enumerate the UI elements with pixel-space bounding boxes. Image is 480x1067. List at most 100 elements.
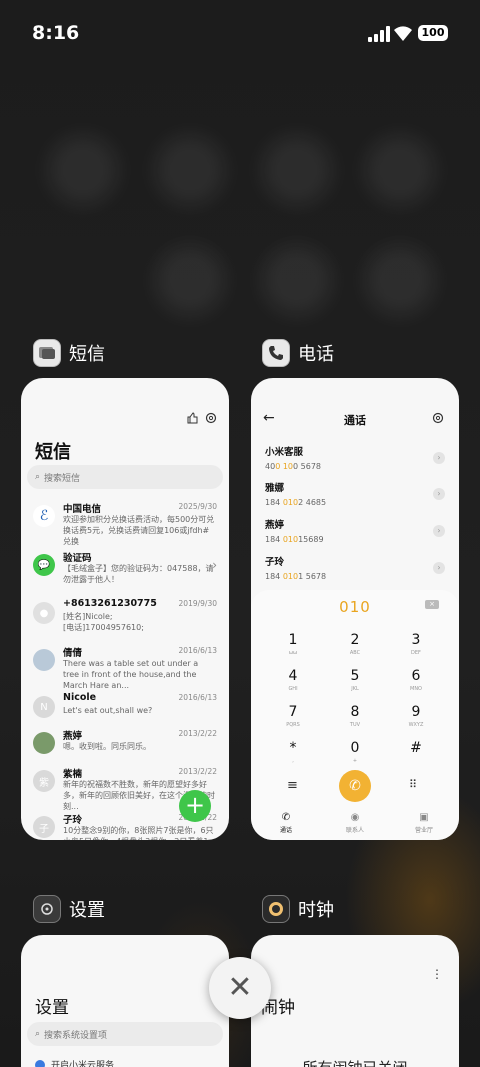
message-date: 2013/2/22 bbox=[178, 767, 217, 776]
close-all-button[interactable]: ✕ bbox=[209, 957, 271, 1019]
empty-state-text: 所有闹钟已关闭 bbox=[251, 1057, 459, 1067]
blurred-icon bbox=[365, 245, 435, 315]
contact-row[interactable]: 子玲 184 0101 5678 › bbox=[265, 554, 445, 586]
contact-name: 子玲 bbox=[265, 557, 285, 568]
phone-app-card[interactable]: ← 通话 小米客服 400 100 5678 › 雅娜 184 0102 468… bbox=[251, 378, 459, 840]
menu-icon[interactable]: ≡ bbox=[287, 778, 298, 793]
dial-key[interactable]: 5 JKL bbox=[335, 668, 375, 692]
more-options-icon[interactable]: ⋮ bbox=[431, 967, 443, 981]
cloud-icon bbox=[35, 1059, 45, 1067]
contact-number: 400 100 5678 bbox=[265, 462, 321, 471]
person-icon: ● bbox=[33, 602, 55, 624]
dial-key[interactable]: 8 TUV bbox=[335, 704, 375, 728]
person-icon: ◉ bbox=[350, 812, 360, 823]
chevron-right-icon[interactable]: › bbox=[433, 488, 445, 500]
contact-row[interactable]: 雅娜 184 0102 4685 › bbox=[265, 480, 445, 512]
avatar: N bbox=[33, 696, 55, 718]
store-icon: ▣ bbox=[419, 812, 429, 823]
list-item[interactable]: 💬 验证码 【毛绒盒子】您的验证码为：047588，请勿泄露于他人！ › bbox=[33, 550, 217, 594]
dial-key[interactable]: 4 GHI bbox=[273, 668, 313, 692]
contact-name: 雅娜 bbox=[265, 483, 285, 494]
settings-app-card[interactable]: 设置 ⌕ 搜索系统设置项 开启小米云服务 bbox=[21, 935, 229, 1067]
settings-app-icon bbox=[33, 895, 61, 923]
app-header-settings[interactable]: 设置 bbox=[33, 895, 105, 923]
clock-app-icon bbox=[262, 895, 290, 923]
contact-name: 燕婷 bbox=[265, 520, 285, 531]
status-bar: 8:16 100 bbox=[0, 0, 480, 66]
message-preview: 欢迎参加积分兑换话费活动，每500分可兑换话费5元，兑换话费请回复106或jfd… bbox=[63, 515, 215, 546]
contact-name: 小米客服 bbox=[265, 447, 304, 458]
dial-key[interactable]: 7 PQRS bbox=[273, 704, 313, 728]
list-item-label: 开启小米云服务 bbox=[51, 1061, 115, 1067]
phone-icon: ✆ bbox=[281, 812, 291, 823]
blurred-icon bbox=[48, 135, 118, 205]
chevron-right-icon[interactable]: › bbox=[433, 562, 445, 574]
app-header-phone[interactable]: 电话 bbox=[262, 339, 334, 367]
avatar bbox=[33, 649, 55, 671]
tab-contacts[interactable]: ◉ 联系人 bbox=[335, 812, 375, 834]
sender-name: 燕婷 bbox=[63, 731, 83, 742]
wifi-icon bbox=[394, 26, 412, 41]
tab-calls[interactable]: ✆ 通话 bbox=[266, 812, 306, 834]
app-header-messages[interactable]: 短信 bbox=[33, 339, 105, 367]
avatar: 紫 bbox=[33, 770, 55, 792]
sender-name: Nicole bbox=[63, 692, 97, 703]
new-message-button[interactable]: + bbox=[179, 790, 211, 822]
contact-number: 184 0102 4685 bbox=[265, 498, 327, 507]
message-preview: There was a table set out under a tree i… bbox=[63, 659, 199, 690]
clock-app-card[interactable]: ⋮ 闹钟 所有闹钟已关闭 bbox=[251, 935, 459, 1067]
list-item[interactable]: ℰ 中国电信 2025/9/30 欢迎参加积分兑换话费活动，每500分可兑换话费… bbox=[33, 501, 217, 546]
contact-row[interactable]: 小米客服 400 100 5678 › bbox=[265, 444, 445, 476]
dial-key[interactable]: 1 ωω bbox=[273, 632, 313, 656]
contact-row[interactable]: 燕婷 184 01015689 › bbox=[265, 517, 445, 549]
app-name: 设置 bbox=[69, 900, 105, 921]
sender-name: 验证码 bbox=[63, 553, 92, 564]
message-preview: Let's eat out,shall we? bbox=[63, 706, 153, 715]
signal-icon bbox=[368, 26, 390, 42]
dial-key[interactable]: 0 + bbox=[335, 740, 375, 764]
app-name: 时钟 bbox=[298, 900, 334, 921]
thumb-icon[interactable] bbox=[186, 412, 198, 424]
tab-business[interactable]: ▣ 营业厅 bbox=[404, 812, 444, 834]
app-name: 电话 bbox=[298, 344, 334, 365]
backspace-icon[interactable]: × bbox=[425, 600, 439, 609]
search-input[interactable]: ⌕ 搜索系统设置项 bbox=[27, 1022, 223, 1046]
dial-key[interactable]: 3 DEF bbox=[396, 632, 436, 656]
bottom-tab-bar: ✆ 通话 ◉ 联系人 ▣ 营业厅 bbox=[251, 806, 459, 840]
app-header-clock[interactable]: 时钟 bbox=[262, 895, 334, 923]
page-title: 设置 bbox=[35, 998, 69, 1018]
settings-gear-icon[interactable] bbox=[432, 412, 444, 424]
messages-app-card[interactable]: 短信 ⌕ 搜索短信 ℰ 中国电信 2025/9/30 欢迎参加积分兑换话费活动，… bbox=[21, 378, 229, 840]
chevron-right-icon[interactable]: › bbox=[433, 525, 445, 537]
chat-bubble-icon: 💬 bbox=[33, 554, 55, 576]
app-name: 短信 bbox=[69, 344, 105, 365]
blurred-icon bbox=[262, 135, 332, 205]
dialpad: 010 × 1 ωω 2 ABC 3 DEF 4 GHI 5 JKL 6 MNO 7 PQRS… bbox=[251, 590, 459, 840]
dial-key[interactable]: # bbox=[396, 740, 436, 758]
message-date: 2013/2/22 bbox=[178, 729, 217, 738]
sender-name: 中国电信 bbox=[63, 504, 102, 515]
settings-gear-icon[interactable] bbox=[205, 412, 217, 424]
dial-key[interactable]: *, bbox=[273, 740, 313, 764]
dial-key[interactable]: 2 ABC bbox=[335, 632, 375, 656]
list-item[interactable]: 倩倩 2016/6/13 There was a table set out u… bbox=[33, 645, 217, 690]
sender-name: 倩倩 bbox=[63, 648, 83, 659]
keypad-grid-icon[interactable]: ⠿ bbox=[409, 778, 417, 791]
list-item[interactable]: ● +8613261230775 2019/9/30 [姓名]Nicole; [… bbox=[33, 598, 217, 642]
sender-name: 紫楠 bbox=[63, 769, 83, 780]
avatar: 子 bbox=[33, 816, 55, 838]
message-date: 2016/6/13 bbox=[178, 693, 217, 702]
page-title: 短信 bbox=[35, 442, 71, 463]
dial-key[interactable]: 9 WXYZ bbox=[396, 704, 436, 728]
list-item[interactable]: 开启小米云服务 bbox=[35, 1058, 114, 1067]
chevron-right-icon[interactable]: › bbox=[433, 452, 445, 464]
avatar bbox=[33, 732, 55, 754]
search-input[interactable]: ⌕ 搜索短信 bbox=[27, 465, 223, 489]
call-button[interactable]: ✆ bbox=[339, 770, 371, 802]
blurred-icon bbox=[365, 135, 435, 205]
contact-number: 184 01015689 bbox=[265, 535, 324, 544]
dial-key[interactable]: 6 MNO bbox=[396, 668, 436, 692]
message-preview: 【毛绒盒子】您的验证码为：047588，请勿泄露于他人！ bbox=[63, 564, 214, 584]
blurred-icon bbox=[155, 245, 225, 315]
message-preview: [姓名]Nicole; [电话]17004957610; bbox=[63, 612, 144, 632]
